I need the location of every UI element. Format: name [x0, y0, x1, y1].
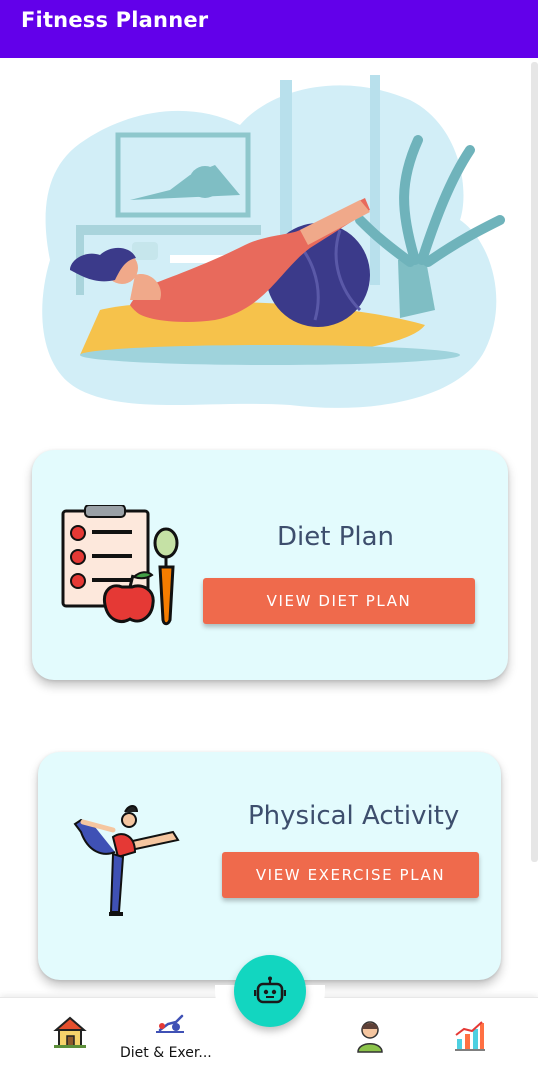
robot-icon [254, 976, 286, 1004]
view-exercise-plan-button[interactable]: VIEW EXERCISE PLAN [222, 852, 479, 898]
doctor-icon[interactable] [356, 1019, 384, 1053]
hero-illustration [42, 75, 505, 408]
scrollbar[interactable] [531, 62, 538, 862]
exercise-icon[interactable] [154, 1012, 186, 1036]
app-bar: Fitness Planner [0, 0, 538, 58]
view-diet-plan-button[interactable]: VIEW DIET PLAN [203, 578, 475, 624]
physical-activity-card: Physical Activity VIEW EXERCISE PLAN [38, 752, 501, 980]
app-title: Fitness Planner [21, 8, 209, 32]
nav-label-diet-exercise[interactable]: Diet & Exer... [120, 1045, 212, 1061]
physical-activity-title: Physical Activity [248, 801, 460, 831]
diet-plan-card: Diet Plan VIEW DIET PLAN [32, 450, 508, 680]
house-icon[interactable] [52, 1012, 88, 1050]
chatbot-fab[interactable] [234, 955, 306, 1027]
yoga-pose-icon [73, 805, 180, 916]
bar-chart-icon[interactable] [454, 1019, 486, 1051]
diet-plan-title: Diet Plan [277, 522, 395, 552]
diet-checklist-icon [61, 505, 179, 626]
